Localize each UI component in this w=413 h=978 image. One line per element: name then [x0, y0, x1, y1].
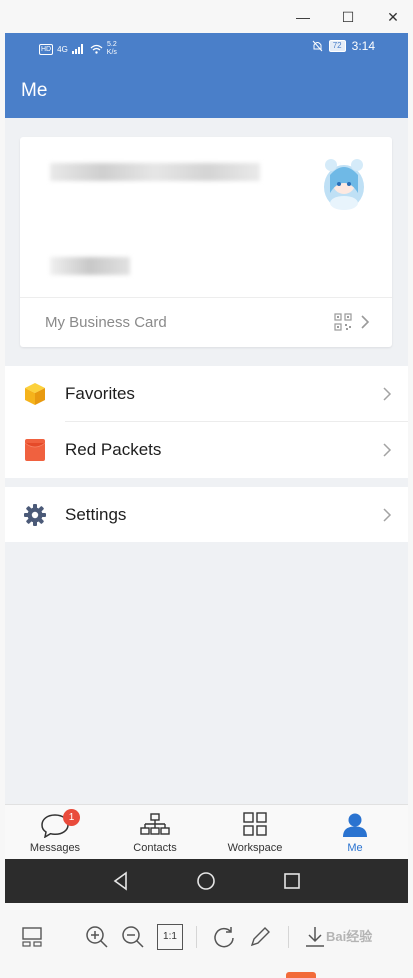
- blurred-user-info: [50, 257, 130, 275]
- edit-icon[interactable]: [247, 924, 273, 950]
- tab-contacts[interactable]: Contacts: [105, 805, 205, 859]
- maximize-button[interactable]: ☐: [336, 6, 360, 28]
- hd-indicator: HD: [39, 43, 54, 55]
- chevron-right-icon: [383, 443, 392, 457]
- menu-group-settings: Settings: [5, 487, 408, 542]
- tab-label: Contacts: [133, 842, 177, 854]
- gear-icon: [24, 504, 46, 526]
- screenshot-frame: — ☐ ✕ HD 4G 5.2 K/s 72 3:14 Me My Busine…: [0, 0, 413, 978]
- viewer-toolbar: 1:1 Bai经验: [0, 910, 413, 978]
- app-header: Me: [5, 60, 408, 118]
- favorites-cube-icon: [25, 383, 45, 405]
- chevron-right-icon: [383, 387, 392, 401]
- menu-item-label: Favorites: [65, 384, 135, 403]
- feedback-tab[interactable]: [286, 972, 316, 978]
- menu-item-favorites[interactable]: Favorites: [5, 366, 408, 422]
- download-icon[interactable]: [302, 924, 328, 950]
- menu-item-red-packets[interactable]: Red Packets: [5, 422, 408, 478]
- watermark: Bai经验: [326, 929, 373, 944]
- zoom-out-icon[interactable]: [120, 924, 146, 950]
- tab-label: Messages: [29, 842, 81, 854]
- rotate-icon[interactable]: [211, 924, 237, 950]
- business-card-label[interactable]: My Business Card: [45, 314, 167, 331]
- tab-label: Workspace: [227, 842, 283, 854]
- menu-group-primary: Favorites Red Packets: [5, 366, 408, 478]
- chevron-right-icon: [383, 508, 392, 522]
- network-speed: 5.2 K/s: [107, 41, 117, 57]
- speed-unit: K/s: [106, 49, 117, 56]
- recent-apps-icon[interactable]: [282, 871, 302, 891]
- network-type: 4G: [57, 44, 68, 54]
- tab-workspace[interactable]: Workspace: [205, 805, 305, 859]
- menu-item-settings[interactable]: Settings: [5, 487, 408, 543]
- status-bar: HD 4G 5.2 K/s 72 3:14: [5, 33, 408, 60]
- actual-size-button[interactable]: 1:1: [157, 924, 183, 950]
- card-divider: [20, 297, 392, 298]
- page-title: Me: [21, 80, 48, 101]
- menu-item-label: Settings: [65, 505, 127, 524]
- android-nav-bar: [5, 859, 408, 903]
- back-icon[interactable]: [111, 871, 131, 891]
- bottom-tab-bar: 1 Messages Contacts Workspace Me: [5, 804, 408, 859]
- blurred-user-name: [50, 163, 260, 181]
- toolbar-divider: [196, 926, 197, 948]
- grid-icon: [243, 812, 267, 836]
- chevron-right-icon: [361, 315, 370, 329]
- unread-badge: 1: [63, 809, 80, 826]
- profile-card[interactable]: My Business Card: [20, 137, 392, 347]
- red-packet-icon: [24, 439, 46, 461]
- person-icon: [343, 813, 367, 837]
- org-chart-icon: [140, 813, 170, 835]
- status-time: 3:14: [351, 39, 375, 53]
- zoom-in-icon[interactable]: [84, 924, 110, 950]
- battery-indicator: 72: [328, 40, 346, 52]
- thumbnail-icon[interactable]: [19, 924, 45, 950]
- phone-screen: HD 4G 5.2 K/s 72 3:14 Me My Business Car…: [5, 33, 408, 903]
- avatar[interactable]: [316, 153, 372, 213]
- minimize-button[interactable]: —: [291, 6, 315, 28]
- close-button[interactable]: ✕: [381, 6, 405, 28]
- home-icon[interactable]: [196, 871, 216, 891]
- menu-item-label: Red Packets: [65, 440, 162, 459]
- wifi-icon: [90, 44, 103, 54]
- tab-label: Me: [347, 842, 363, 854]
- signal-icon: [71, 44, 83, 54]
- toolbar-divider: [288, 926, 289, 948]
- tab-messages[interactable]: 1 Messages: [5, 805, 105, 859]
- window-titlebar: — ☐ ✕: [0, 0, 413, 34]
- status-left: HD 4G 5.2 K/s: [39, 41, 117, 57]
- tab-me[interactable]: Me: [305, 805, 405, 859]
- mute-bell-icon: [312, 40, 323, 52]
- status-right: 72 3:14: [312, 39, 375, 53]
- qr-code-icon[interactable]: [334, 313, 352, 331]
- speed-value: 5.2: [106, 41, 117, 48]
